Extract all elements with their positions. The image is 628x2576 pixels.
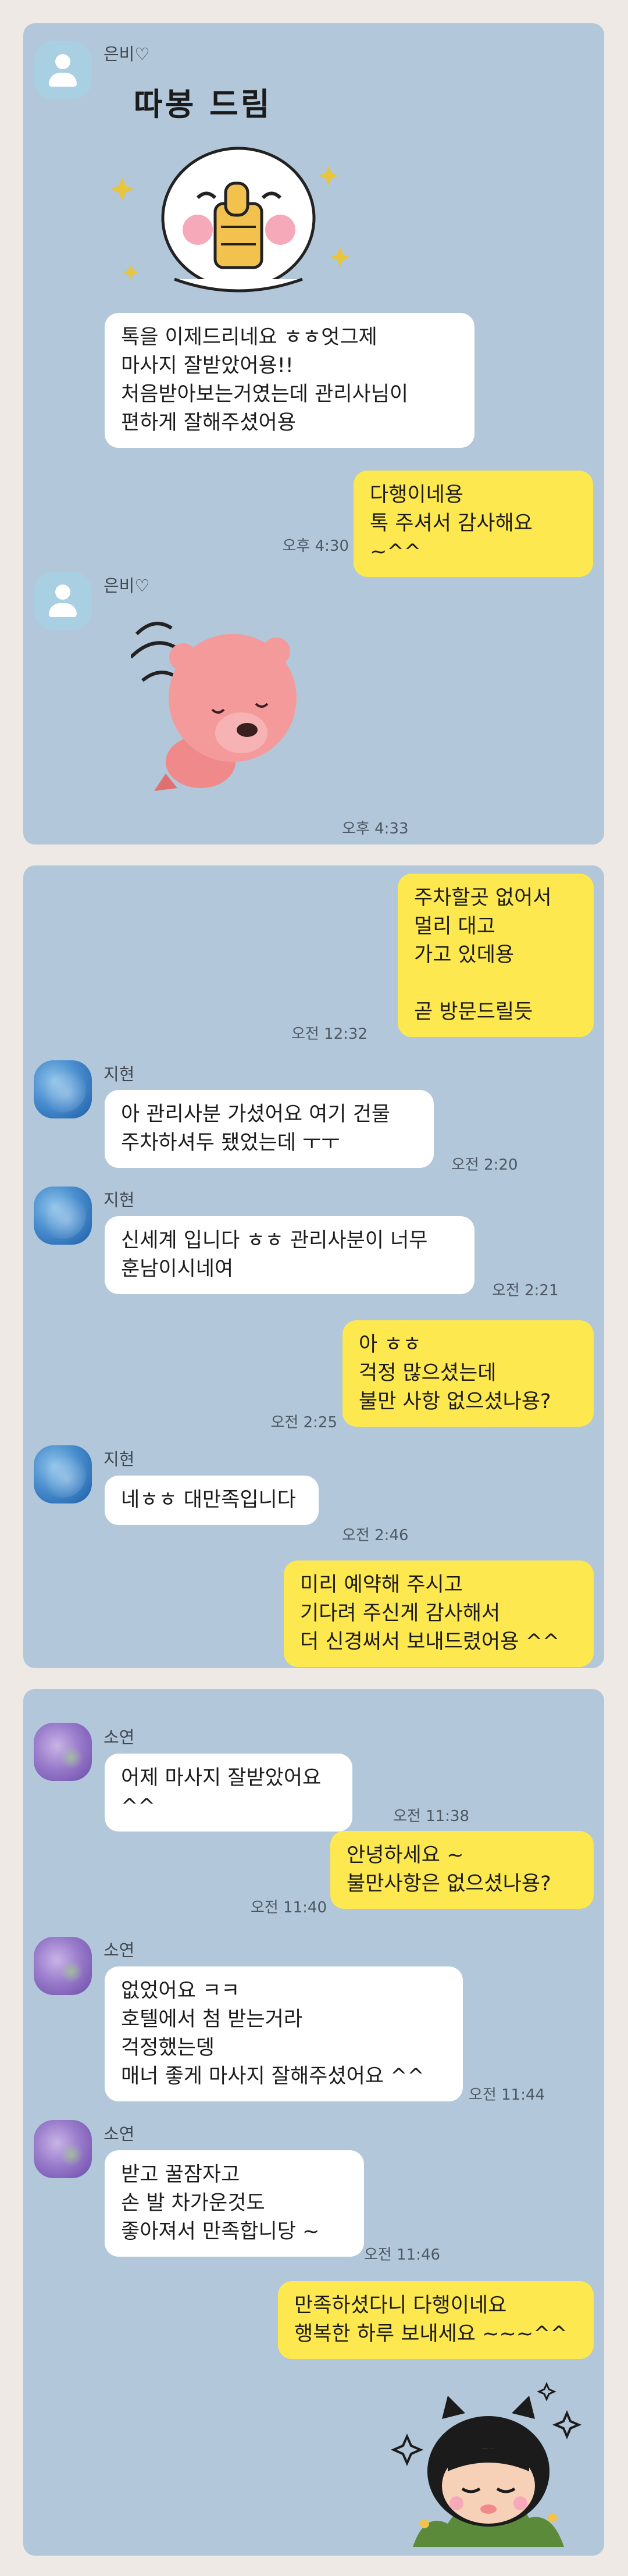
- message-bubble-sent[interactable]: 아 ㅎㅎ 걱정 많으셨는데 불만 사항 없으셨나용?: [342, 1320, 594, 1427]
- chat-screenshot-3: 소연 어제 마사지 잘받았어요 ^^ 오전 11:38 오전 11:40 안녕하…: [23, 1689, 604, 2556]
- message-bubble-received[interactable]: 받고 꿀잠자고 손 발 차가운것도 좋아져서 만족합니당 ~: [105, 2150, 364, 2257]
- message-time: 오전 2:21: [492, 1282, 559, 1299]
- profile-avatar-soyeon[interactable]: [34, 1723, 92, 1781]
- sender-name: 지현: [104, 1190, 135, 1210]
- thumbs-up-character-icon: [110, 147, 350, 293]
- message-time: 오전 11:40: [250, 1899, 327, 1916]
- message-bubble-sent[interactable]: 만족하셨다니 다행이네요 행복한 하루 보내세요 ~~~^^: [278, 2281, 594, 2359]
- message-bubble-received[interactable]: 없었어요 ㅋㅋ 호텔에서 첨 받는거라 걱정했는뎅 매너 좋게 마사지 잘해주셨…: [105, 1966, 463, 2101]
- message-bubble-received[interactable]: 네ㅎㅎ 대만족입니다: [105, 1476, 319, 1525]
- sender-name: 지현: [104, 1064, 135, 1084]
- message-time: 오전 11:44: [469, 2086, 545, 2104]
- chat-screenshot-2: 오전 12:32 주차할곳 없어서 멀리 대고 가고 있데용 곧 방문드릴듯 지…: [23, 865, 604, 1668]
- sender-name: 소연: [104, 1727, 135, 1747]
- message-time: 오후 4:30: [282, 537, 349, 555]
- message-time: 오전 2:46: [342, 1527, 409, 1544]
- frodo-character-icon: [391, 2382, 582, 2547]
- message-bubble-sent[interactable]: 미리 예약해 주시고 기다려 주신게 감사해서 더 신경써서 보내드렸어용 ^^: [284, 1560, 594, 1667]
- sender-name: 소연: [104, 1940, 135, 1960]
- message-bubble-received[interactable]: 신세계 입니다 ㅎㅎ 관리사분이 너무 훈남이시네여: [105, 1216, 474, 1294]
- sender-name: 은비♡: [104, 576, 150, 596]
- profile-avatar-jihyeon[interactable]: [34, 1445, 92, 1503]
- pink-beaver-icon: [129, 622, 297, 791]
- message-bubble-sent[interactable]: 주차할곳 없어서 멀리 대고 가고 있데용 곧 방문드릴듯: [398, 874, 594, 1037]
- pink-beaver-sticker[interactable]: [129, 611, 305, 797]
- sender-name: 지현: [104, 1449, 135, 1469]
- profile-avatar-eunbi[interactable]: [34, 41, 92, 99]
- profile-avatar-soyeon[interactable]: [34, 2120, 92, 2178]
- message-bubble-sent[interactable]: 안녕하세요 ~ 불만사항은 없으셨나용?: [330, 1831, 594, 1909]
- message-bubble-received[interactable]: 톡을 이제드리네요 ㅎㅎ엇그제 마사지 잘받았어용!! 처음받아보는거였는데 관…: [105, 313, 474, 448]
- message-time: 오전 2:25: [270, 1414, 338, 1431]
- sender-name: 소연: [104, 2124, 135, 2144]
- message-bubble-received[interactable]: 아 관리사분 가셨어요 여기 건물 주차하셔두 됐었는데 ㅜㅜ: [105, 1090, 434, 1168]
- sender-name: 은비♡: [104, 44, 150, 64]
- message-bubble-received[interactable]: 어제 마사지 잘받았어요 ^^: [105, 1754, 352, 1832]
- message-time: 오전 2:20: [451, 1156, 518, 1174]
- message-time: 오전 11:38: [393, 1808, 470, 1825]
- message-bubble-sent[interactable]: 다행이네용 톡 주셔서 감사해요 ~^^: [354, 471, 593, 577]
- kakao-frodo-sticker[interactable]: [390, 2372, 587, 2553]
- message-time: 오전 11:46: [364, 2246, 441, 2264]
- chat-screenshot-1: 은비♡ 따봉 드림 톡을 이제드리네요 ㅎㅎ엇그제 마사지 잘받았어용!! 처음…: [23, 23, 604, 845]
- message-time: 오전 12:32: [291, 1025, 367, 1043]
- profile-avatar-soyeon[interactable]: [34, 1937, 92, 1995]
- message-time: 오후 4:33: [342, 820, 409, 838]
- profile-avatar-eunbi[interactable]: [34, 572, 92, 630]
- profile-avatar-jihyeon[interactable]: [34, 1187, 92, 1245]
- profile-avatar-jihyeon[interactable]: [34, 1060, 92, 1118]
- thumbs-up-sticker[interactable]: 따봉 드림: [110, 73, 366, 305]
